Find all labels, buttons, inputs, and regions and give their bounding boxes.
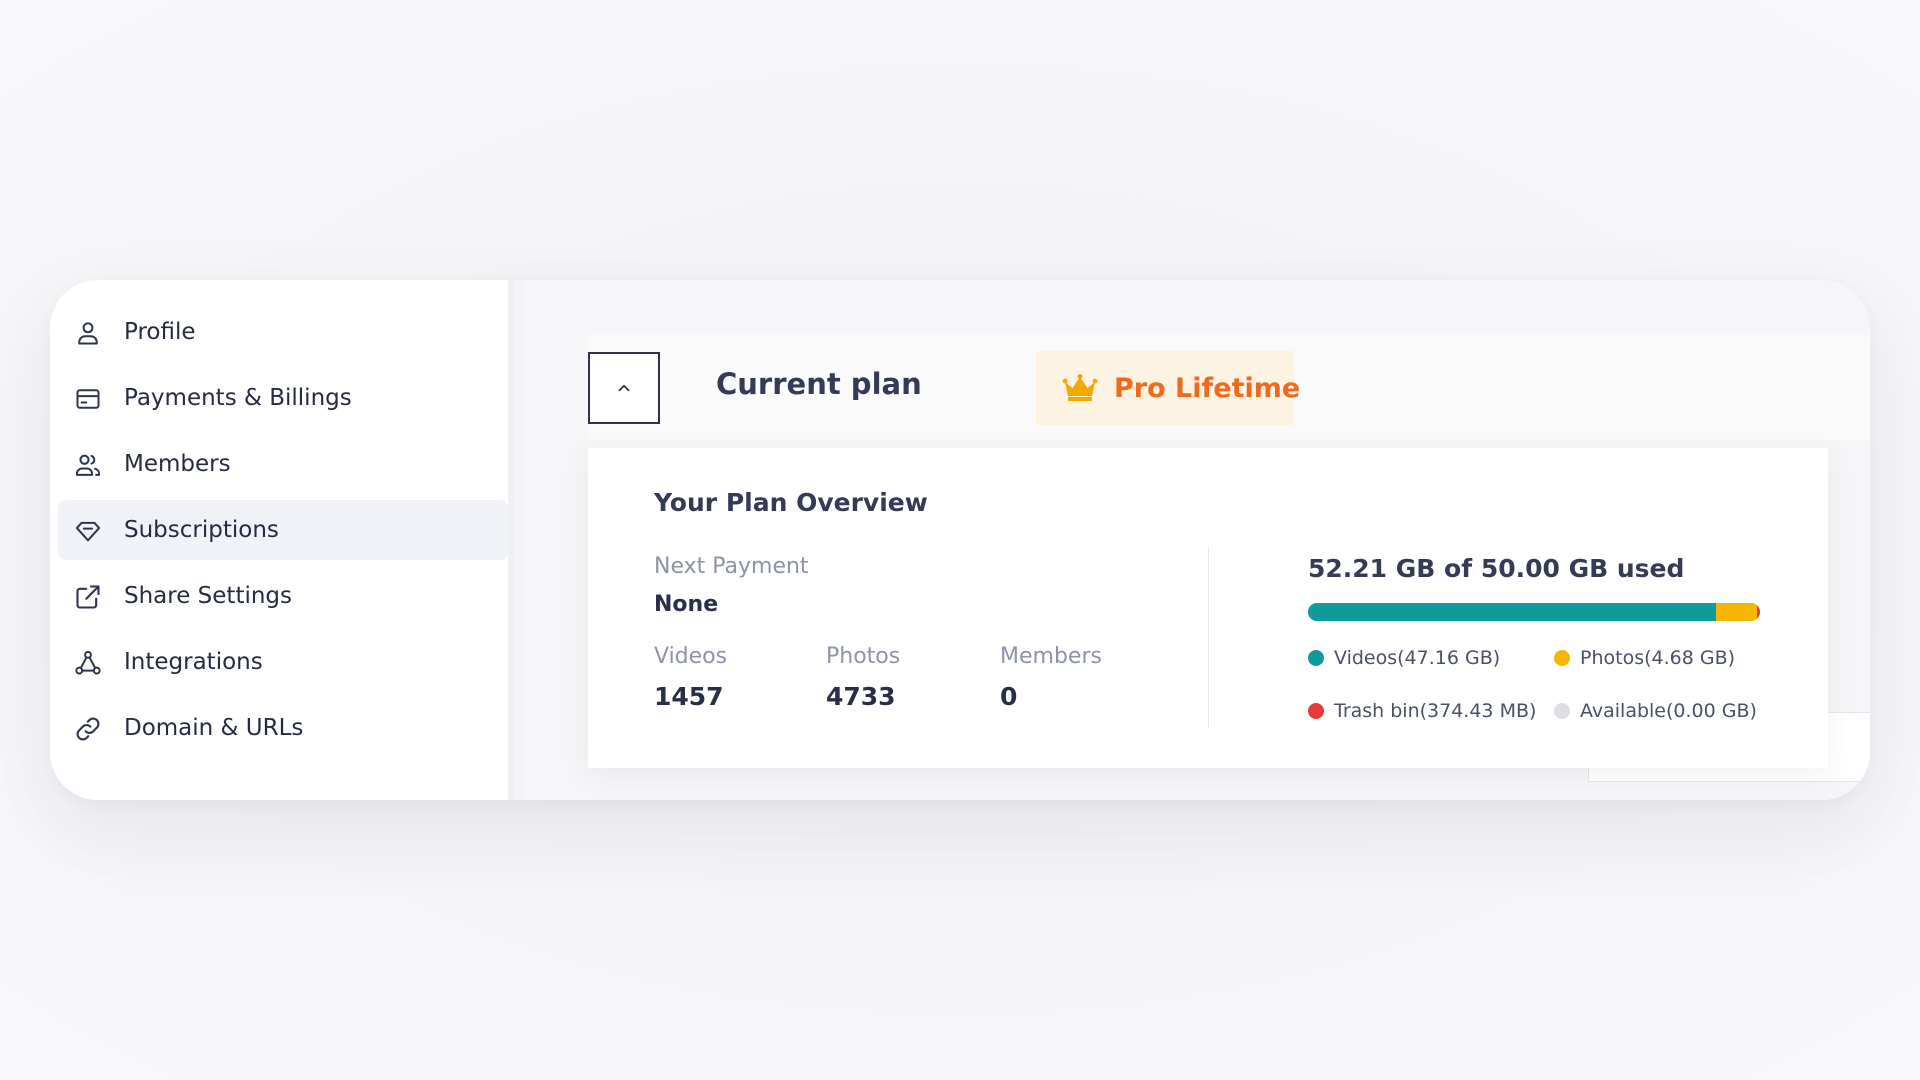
sidebar-item-label: Integrations (124, 649, 263, 675)
sidebar-item-profile[interactable]: Profile (58, 302, 508, 362)
sidebar-item-label: Subscriptions (124, 517, 279, 543)
sidebar-item-payments[interactable]: Payments & Billings (58, 368, 508, 428)
sidebar-item-label: Domain & URLs (124, 715, 304, 741)
sidebar-item-integrations[interactable]: Integrations (58, 632, 508, 692)
sidebar-item-share-settings[interactable]: Share Settings (58, 566, 508, 626)
legend-trash-bin: Trash bin(374.43 MB) (1308, 700, 1536, 722)
storage-usage-summary: 52.21 GB of 50.00 GB used (1308, 554, 1685, 583)
storage-usage-bar (1308, 603, 1760, 621)
plan-overview-title: Your Plan Overview (654, 488, 928, 517)
legend-label: Available(0.00 GB) (1580, 700, 1757, 722)
user-icon (74, 319, 102, 347)
legend-photos: Photos(4.68 GB) (1554, 647, 1735, 669)
legend-dot (1554, 703, 1570, 719)
settings-window: Profile Payments & Billings Members Subs… (50, 280, 1870, 800)
legend-dot (1554, 650, 1570, 666)
legend-dot (1308, 703, 1324, 719)
usage-segment-videos (1308, 603, 1717, 621)
sidebar-item-label: Payments & Billings (124, 385, 352, 411)
subscriptions-main: Current plan Pro Lifetime Your Plan Over… (522, 280, 1870, 800)
crown-icon (1062, 373, 1114, 403)
legend-videos: Videos(47.16 GB) (1308, 647, 1500, 669)
legend-available: Available(0.00 GB) (1554, 700, 1757, 722)
settings-sidebar: Profile Payments & Billings Members Subs… (50, 280, 515, 800)
plan-badge-label: Pro Lifetime (1114, 372, 1301, 404)
sidebar-item-subscriptions[interactable]: Subscriptions (58, 500, 508, 560)
collapse-plan-button[interactable] (588, 352, 660, 424)
legend-label: Photos(4.68 GB) (1580, 647, 1736, 669)
photos-stat-value: 4733 (826, 682, 896, 711)
diamond-icon (74, 517, 102, 545)
sidebar-item-label: Share Settings (124, 583, 293, 609)
usage-segment-photos (1716, 603, 1757, 621)
users-icon (74, 451, 102, 479)
sidebar-item-members[interactable]: Members (58, 434, 508, 494)
plan-badge: Pro Lifetime (1036, 351, 1300, 425)
legend-dot (1308, 650, 1324, 666)
legend-label: Trash bin(374.43 MB) (1334, 700, 1537, 722)
next-payment-label: Next Payment (654, 554, 809, 579)
sidebar-item-label: Members (124, 451, 231, 477)
members-stat-label: Members (1000, 644, 1102, 669)
current-plan-title: Current plan (716, 367, 922, 401)
link-icon (74, 715, 102, 743)
plan-overview-card: Your Plan Overview Next Payment None Vid… (588, 448, 1828, 768)
photos-stat-label: Photos (826, 644, 901, 669)
sidebar-item-label: Profile (124, 319, 196, 345)
legend-label: Videos(47.16 GB) (1334, 647, 1501, 669)
usage-segment-trash (1756, 603, 1760, 621)
videos-stat-value: 1457 (654, 682, 724, 711)
overview-divider (1208, 548, 1209, 728)
network-icon (74, 649, 102, 677)
videos-stat-label: Videos (654, 644, 728, 669)
credit-card-icon (74, 385, 102, 413)
next-payment-value: None (654, 592, 719, 617)
sidebar-item-domain-urls[interactable]: Domain & URLs (58, 698, 508, 758)
members-stat-value: 0 (1000, 682, 1018, 711)
chevron-up-icon (615, 379, 633, 397)
external-link-icon (74, 583, 102, 611)
